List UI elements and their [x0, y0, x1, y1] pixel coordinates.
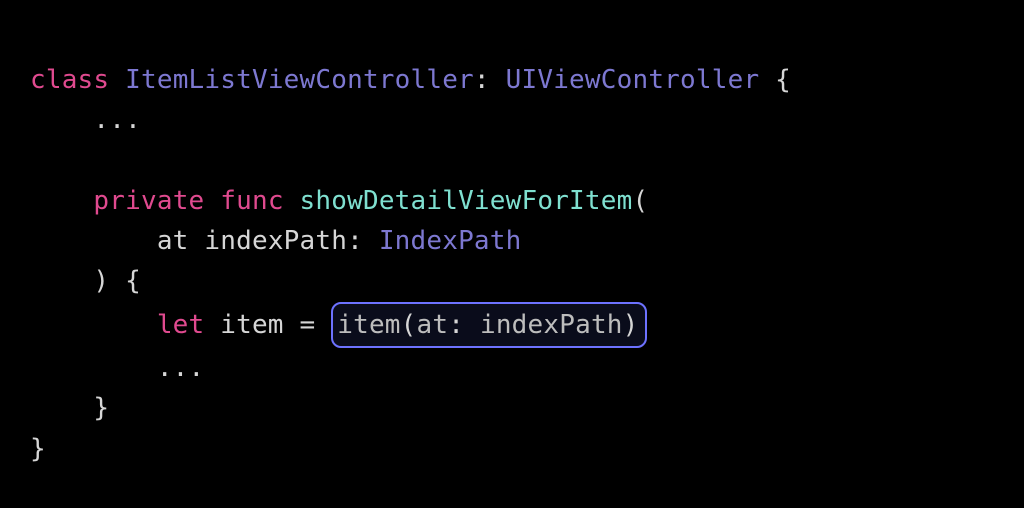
type-superclass: UIViewController [506, 65, 760, 95]
colon: : [474, 65, 490, 95]
type-indexpath: IndexPath [379, 226, 522, 256]
keyword-private: private [93, 186, 204, 216]
keyword-let: let [157, 310, 205, 340]
close-paren: ) [93, 266, 109, 296]
close-brace: } [93, 393, 109, 423]
param-name-indexpath: indexPath [204, 226, 347, 256]
type-class-name: ItemListViewController [125, 65, 474, 95]
call-open-paren: ( [401, 310, 417, 340]
highlighted-expression: item(at: indexPath) [331, 302, 646, 348]
call-arg-label: at [417, 310, 449, 340]
ellipsis: ... [93, 105, 141, 135]
call-arg-colon: : [448, 310, 464, 340]
keyword-func: func [220, 186, 283, 216]
colon: : [347, 226, 363, 256]
open-brace: { [775, 65, 791, 95]
open-brace: { [125, 266, 141, 296]
call-close-paren: ) [623, 310, 639, 340]
call-name: item [337, 310, 400, 340]
keyword-class: class [30, 65, 109, 95]
function-name: showDetailViewForItem [300, 186, 633, 216]
equals: = [300, 310, 316, 340]
call-arg-value: indexPath [480, 310, 623, 340]
code-snippet: class ItemListViewController: UIViewCont… [0, 0, 1024, 499]
close-brace: } [30, 434, 46, 464]
open-paren: ( [632, 186, 648, 216]
param-label-at: at [157, 226, 189, 256]
ellipsis: ... [157, 353, 205, 383]
variable-item: item [220, 310, 283, 340]
